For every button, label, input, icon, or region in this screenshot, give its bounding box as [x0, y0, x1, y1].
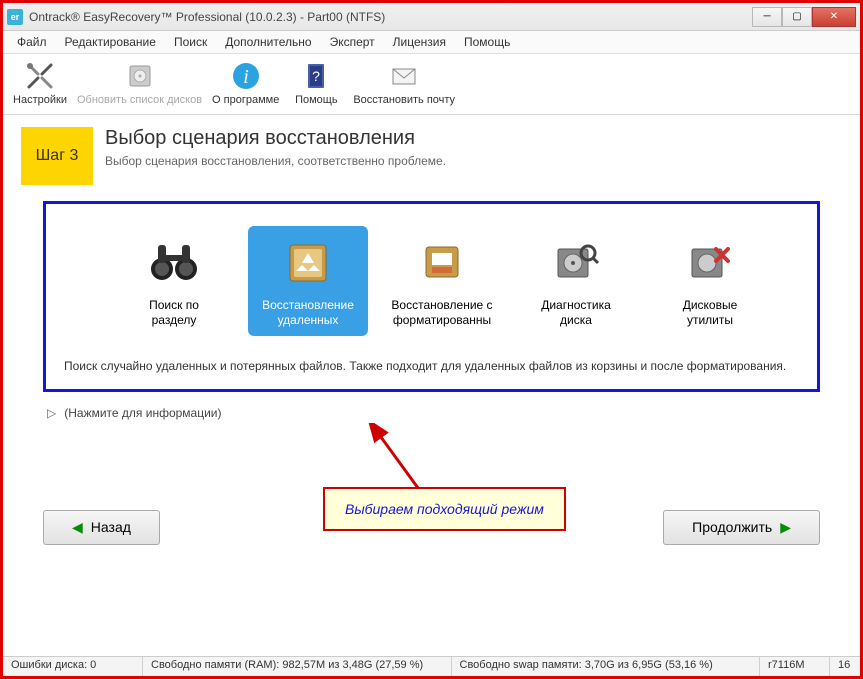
- toolbar-about[interactable]: i О программе: [212, 60, 279, 106]
- arrow-left-icon: ◀: [72, 519, 83, 536]
- toolbar-restore-mail[interactable]: Восстановить почту: [353, 60, 455, 106]
- svg-text:i: i: [243, 66, 249, 88]
- step-badge: Шаг 3: [21, 127, 93, 185]
- info-icon: i: [230, 60, 262, 92]
- page-subtitle: Выбор сценария восстановления, соответст…: [105, 154, 446, 168]
- annotation-callout: Выбираем подходящий режим: [323, 487, 566, 531]
- status-swap: Свободно swap памяти: 3,70G из 6,95G (53…: [452, 657, 761, 676]
- toolbar-refresh-disks[interactable]: Обновить список дисков: [77, 60, 202, 106]
- toolbar-settings[interactable]: Настройки: [13, 60, 67, 106]
- page-title: Выбор сценария восстановления: [105, 127, 446, 150]
- statusbar: Ошибки диска: 0 Свободно памяти (RAM): 9…: [3, 656, 860, 676]
- scenario-disk-diagnostics[interactable]: Диагностика диска: [516, 226, 636, 336]
- arrow-right-icon: ▶: [780, 519, 791, 536]
- hdd-magnify-icon: [544, 234, 608, 290]
- tools-icon: [24, 60, 56, 92]
- scenario-disk-utilities[interactable]: Дисковые утилиты: [650, 226, 770, 336]
- recycle-disk-icon: [276, 234, 340, 290]
- step-header: Шаг 3 Выбор сценария восстановления Выбо…: [3, 115, 860, 197]
- toolbar-help-label: Помощь: [295, 94, 338, 106]
- scenario-label: Восстановление удаленных: [262, 298, 354, 328]
- scenario-description: Поиск случайно удаленных и потерянных фа…: [64, 358, 799, 375]
- toolbar-help[interactable]: ? Помощь: [289, 60, 343, 106]
- close-button[interactable]: ✕: [812, 7, 856, 27]
- scenario-label: Диагностика диска: [541, 298, 611, 328]
- scenario-recover-formatted[interactable]: Восстановление с форматированны: [382, 226, 502, 336]
- status-ram: Свободно памяти (RAM): 982,57M из 3,48G …: [143, 657, 452, 676]
- envelope-icon: [388, 60, 420, 92]
- toolbar-settings-label: Настройки: [13, 94, 67, 106]
- menu-expert[interactable]: Эксперт: [322, 33, 383, 51]
- minimize-button[interactable]: ─: [752, 7, 782, 27]
- toolbar: Настройки Обновить список дисков i О про…: [3, 54, 860, 115]
- svg-text:?: ?: [312, 68, 320, 84]
- disk-refresh-icon: [124, 60, 156, 92]
- status-r: r7116M: [760, 657, 830, 676]
- menubar: Файл Редактирование Поиск Дополнительно …: [3, 31, 860, 54]
- scenario-panel: Поиск по разделу Восстановление удаленны…: [43, 201, 820, 392]
- menu-additional[interactable]: Дополнительно: [217, 33, 319, 51]
- menu-license[interactable]: Лицензия: [385, 33, 454, 51]
- format-disk-icon: [410, 234, 474, 290]
- toolbar-refresh-label: Обновить список дисков: [77, 94, 202, 106]
- next-label: Продолжить: [692, 519, 772, 535]
- toolbar-mail-label: Восстановить почту: [353, 94, 455, 106]
- menu-search[interactable]: Поиск: [166, 33, 215, 51]
- back-button[interactable]: ◀ Назад: [43, 510, 160, 545]
- scenario-label: Дисковые утилиты: [683, 298, 738, 328]
- app-icon: er: [7, 9, 23, 25]
- info-hint-label: (Нажмите для информации): [64, 406, 221, 420]
- scenario-search-partition[interactable]: Поиск по разделу: [114, 226, 234, 336]
- window-title: Ontrack® EasyRecovery™ Professional (10.…: [29, 10, 752, 24]
- binoculars-icon: [142, 234, 206, 290]
- scenario-recover-deleted[interactable]: Восстановление удаленных: [248, 226, 368, 336]
- scenario-label: Поиск по разделу: [149, 298, 199, 328]
- help-book-icon: ?: [300, 60, 332, 92]
- status-errors: Ошибки диска: 0: [3, 657, 143, 676]
- hdd-tools-icon: [678, 234, 742, 290]
- titlebar: er Ontrack® EasyRecovery™ Professional (…: [3, 3, 860, 31]
- status-n: 16: [830, 657, 860, 676]
- menu-help[interactable]: Помощь: [456, 33, 518, 51]
- menu-edit[interactable]: Редактирование: [57, 33, 164, 51]
- triangle-right-icon: ▷: [47, 406, 56, 420]
- toolbar-about-label: О программе: [212, 94, 279, 106]
- scenario-label: Восстановление с форматированны: [391, 298, 492, 328]
- next-button[interactable]: Продолжить ▶: [663, 510, 820, 545]
- maximize-button[interactable]: ▢: [782, 7, 812, 27]
- menu-file[interactable]: Файл: [9, 33, 55, 51]
- info-expand[interactable]: ▷ (Нажмите для информации): [47, 406, 816, 420]
- back-label: Назад: [91, 519, 131, 535]
